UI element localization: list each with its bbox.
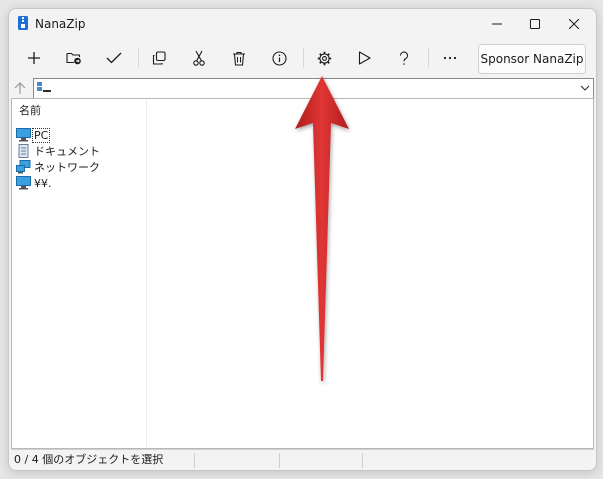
copy-icon <box>152 51 166 65</box>
plus-icon <box>28 52 40 64</box>
list-item[interactable]: PC <box>16 127 51 143</box>
delete-button[interactable] <box>223 42 255 74</box>
status-separator <box>194 453 195 468</box>
scissors-icon <box>193 50 205 66</box>
sponsor-button[interactable]: Sponsor NanaZip <box>478 44 586 74</box>
column-divider[interactable] <box>146 99 147 448</box>
maximize-button[interactable] <box>516 9 554 39</box>
checkmark-icon <box>106 52 122 64</box>
up-folder-button[interactable] <box>10 78 30 98</box>
list-item-label: ネットワーク <box>34 161 100 174</box>
trash-icon <box>233 51 245 66</box>
list-item[interactable]: ¥¥. <box>16 175 53 191</box>
toolbar: Sponsor NanaZip <box>9 39 596 77</box>
minimize-button[interactable] <box>478 9 516 39</box>
pc-icon <box>16 128 31 142</box>
status-separator <box>279 453 280 468</box>
toolbar-separator <box>138 48 139 68</box>
list-item-label: PC <box>31 127 51 143</box>
status-cell <box>196 450 276 470</box>
list-item[interactable]: ドキュメント <box>16 143 101 159</box>
ellipsis-icon <box>443 56 457 60</box>
address-row <box>9 78 596 99</box>
document-icon <box>18 144 29 158</box>
move-button[interactable] <box>183 42 215 74</box>
arrow-up-icon <box>14 82 26 94</box>
settings-button[interactable] <box>308 42 340 74</box>
status-selection-text: 0 / 4 個のオブジェクトを選択 <box>14 453 164 466</box>
more-button[interactable] <box>434 42 466 74</box>
status-cell <box>364 450 444 470</box>
nanazip-logo-icon <box>18 16 28 30</box>
maximize-icon <box>530 19 540 29</box>
play-icon <box>358 51 371 65</box>
test-button[interactable] <box>98 42 130 74</box>
gear-icon <box>317 51 331 65</box>
monitor-icon <box>16 176 31 190</box>
add-button[interactable] <box>18 42 50 74</box>
status-bar: 0 / 4 個のオブジェクトを選択 <box>11 449 594 470</box>
copy-button[interactable] <box>143 42 175 74</box>
question-icon <box>399 51 409 65</box>
window-title: NanaZip <box>35 17 86 31</box>
status-cell <box>281 450 361 470</box>
network-icon <box>16 160 31 174</box>
address-bar[interactable] <box>33 78 594 99</box>
status-separator <box>362 453 363 468</box>
list-item-label: ¥¥. <box>34 176 52 190</box>
computer-list-icon <box>37 82 51 92</box>
toolbar-separator <box>303 48 304 68</box>
folder-extract-icon <box>66 52 81 65</box>
close-button[interactable] <box>555 9 593 39</box>
file-list[interactable]: 名前 PC ドキュメント ネットワーク ¥¥. <box>11 98 594 449</box>
minimize-icon <box>492 23 502 25</box>
chevron-down-icon[interactable] <box>579 82 591 94</box>
title-bar: NanaZip <box>9 9 596 39</box>
list-item[interactable]: ネットワーク <box>16 159 101 175</box>
column-header-name[interactable]: 名前 <box>19 102 41 118</box>
extract-button[interactable] <box>58 42 90 74</box>
run-button[interactable] <box>348 42 380 74</box>
info-button[interactable] <box>263 42 295 74</box>
info-icon <box>271 50 287 66</box>
close-icon <box>569 19 579 29</box>
help-button[interactable] <box>388 42 420 74</box>
list-item-label: ドキュメント <box>34 145 100 158</box>
app-window: NanaZip Sponsor NanaZip 名前 PC ドキュメント ネット… <box>8 8 597 471</box>
toolbar-separator <box>428 48 429 68</box>
